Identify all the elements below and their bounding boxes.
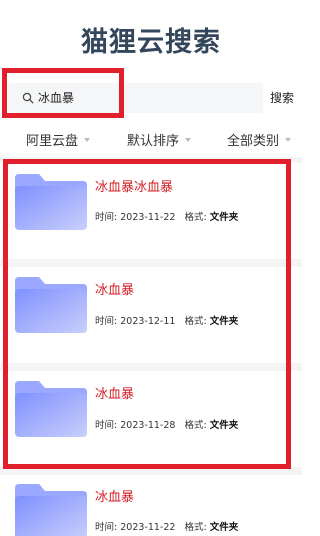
result-meta: 时间: 2023-11-22 格式: 文件夹: [95, 519, 238, 533]
search-highlight-box: [2, 68, 124, 118]
folder-icon: [15, 484, 87, 536]
chevron-down-icon: [84, 137, 91, 142]
filter-sort-label: 默认排序: [127, 134, 180, 149]
filter-sort[interactable]: 默认排序: [127, 130, 192, 149]
time-label: 时间:: [95, 522, 118, 533]
filter-category-label: 全部类别: [227, 134, 280, 149]
result-date: 2023-11-22: [120, 522, 176, 533]
filter-bar: 阿里云盘 默认排序 全部类别: [0, 130, 302, 152]
page-title: 猫狸云搜索: [81, 27, 221, 58]
filter-category[interactable]: 全部类别: [227, 130, 292, 149]
result-title[interactable]: 冰血暴: [95, 486, 134, 505]
chevron-down-icon: [185, 137, 192, 142]
filter-source-label: 阿里云盘: [26, 134, 79, 149]
format-label: 格式:: [184, 522, 207, 533]
filter-source[interactable]: 阿里云盘: [26, 130, 91, 149]
result-item[interactable]: 冰血暴 时间: 2023-11-22 格式: 文件夹: [0, 475, 302, 536]
results-highlight-box: [3, 159, 291, 469]
result-format: 文件夹: [209, 522, 239, 533]
chevron-down-icon: [285, 137, 292, 142]
search-button[interactable]: 搜索: [270, 89, 294, 106]
